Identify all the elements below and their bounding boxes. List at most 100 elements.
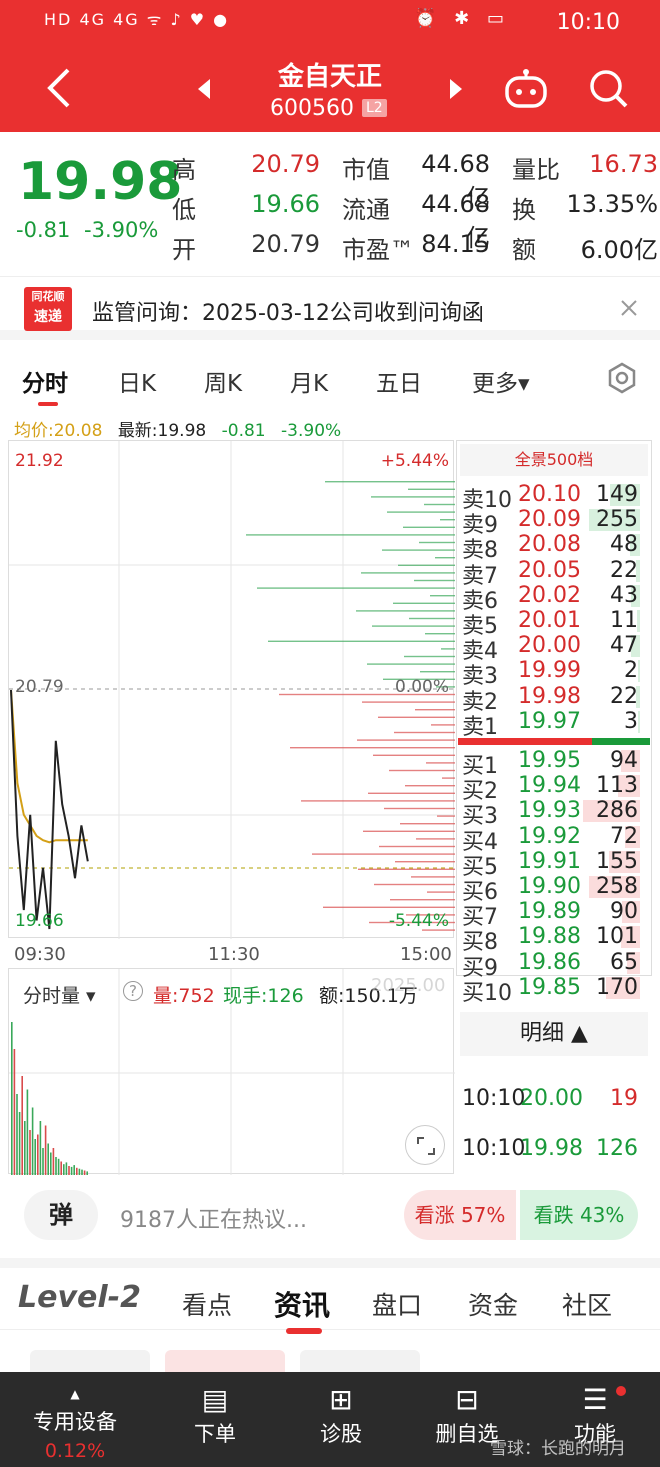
- level2-badge: L2: [362, 99, 387, 117]
- depth-bar: [414, 579, 455, 582]
- nav-diagnose[interactable]: ⊞ 诊股: [286, 1382, 396, 1448]
- bid-level-price: 19.95: [518, 748, 581, 773]
- danmu-toggle[interactable]: 弹: [24, 1190, 98, 1240]
- volume-bar: [26, 1089, 29, 1175]
- ask-level-row[interactable]: 卖3 19.99 2: [458, 658, 646, 689]
- ask-level-price: 19.99: [518, 658, 581, 684]
- depth-bar: [361, 572, 455, 574]
- status-bar: HD 4G 4G ᯤ ♪ ♥ ● ⏰ ✱ ▭ 10:10: [0, 0, 660, 44]
- ask-level-row[interactable]: 卖9 20.09 255: [458, 507, 646, 538]
- turnover-value: 13.35%: [566, 190, 658, 218]
- ask-level-row[interactable]: 卖7 20.05 22: [458, 557, 646, 589]
- volume-bar: [37, 1134, 39, 1175]
- bid-level-row[interactable]: 买7 19.89 90: [458, 899, 646, 930]
- tab-level2[interactable]: Level-2: [18, 1280, 141, 1315]
- settings-icon[interactable]: [606, 362, 638, 394]
- volume-bar: [83, 1170, 86, 1175]
- latest-price: 最新:19.98: [117, 421, 207, 441]
- bid-level-price: 19.88: [518, 924, 581, 950]
- current-hand: 现手:126: [223, 985, 304, 1007]
- float-label: 流通: [342, 196, 390, 224]
- bid-level-vol: 90: [610, 899, 638, 925]
- bid-level-row[interactable]: 买1 19.95 94: [458, 748, 646, 779]
- volume-bar: [13, 1049, 16, 1175]
- tab-monthly-k[interactable]: 月K: [290, 364, 328, 398]
- tab-more[interactable]: 更多▾: [472, 364, 530, 398]
- ask-level-row[interactable]: 卖2 19.98 22: [458, 683, 646, 715]
- pe-label: 市盈™: [342, 236, 414, 264]
- tab-news[interactable]: 资讯: [274, 1284, 330, 1324]
- current-price: 19.98: [18, 152, 183, 212]
- volume-type-select[interactable]: 分时量 ▾: [23, 981, 96, 1008]
- bid-level-row[interactable]: 买2 19.94 113: [458, 773, 646, 804]
- tab-capital[interactable]: 资金: [468, 1286, 518, 1322]
- bid-level-row[interactable]: 买10 19.85 170: [458, 974, 646, 1006]
- fullscreen-icon[interactable]: [405, 1125, 445, 1165]
- ask-level-row[interactable]: 卖4 20.00 47: [458, 633, 646, 664]
- tab-highlights[interactable]: 看点: [182, 1286, 232, 1322]
- robot-assistant-icon[interactable]: [503, 66, 549, 110]
- close-icon[interactable]: [620, 299, 638, 317]
- depth-bar: [362, 701, 455, 703]
- depth-bar: [371, 496, 455, 498]
- tab-weekly-k[interactable]: 周K: [204, 364, 242, 398]
- ask-level-vol: 2: [624, 658, 638, 684]
- volume-bar: [29, 1130, 31, 1175]
- nav-sector[interactable]: ▲ 专用设备 0.12%: [20, 1382, 130, 1462]
- volume-bar: [31, 1107, 34, 1175]
- panorama-depth-button[interactable]: 全景500档: [460, 444, 648, 476]
- ask-level-row[interactable]: 卖5 20.01 11: [458, 608, 646, 639]
- tab-five-day[interactable]: 五日: [376, 364, 422, 398]
- depth-bar: [379, 845, 455, 848]
- ask-level-vol: 48: [610, 532, 638, 558]
- ask-level-price: 19.98: [518, 683, 581, 709]
- depth-bar: [403, 526, 455, 528]
- bullish-vote[interactable]: 看涨 57%: [404, 1190, 516, 1240]
- depth-bar: [404, 655, 455, 658]
- sector-change: 0.12%: [44, 1440, 106, 1462]
- help-icon[interactable]: ?: [123, 981, 143, 1001]
- news-subtab[interactable]: [30, 1350, 150, 1372]
- next-stock-icon[interactable]: [448, 78, 464, 100]
- tab-daily-k[interactable]: 日K: [118, 364, 156, 398]
- ask-level-row[interactable]: 卖10 20.10 149: [458, 482, 646, 513]
- intraday-chart[interactable]: 21.92 20.79 19.66 +5.44% 0.00% -5.44%: [8, 440, 455, 939]
- trade-tick-row: 10:10 20.00 19: [458, 1086, 646, 1111]
- bid-level-row[interactable]: 买4 19.92 72: [458, 824, 646, 855]
- bid-level-vol: 65: [610, 949, 638, 975]
- volume-ratio-label: 量比: [512, 156, 560, 184]
- trade-detail-toggle[interactable]: 明细 ▲: [460, 1012, 648, 1056]
- regulatory-notice[interactable]: 同花顺 速递 监管问询：2025-03-12公司收到问询函: [0, 276, 660, 340]
- bid-level-row[interactable]: 买3 19.93 286: [458, 798, 646, 829]
- bid-level-vol: 258: [596, 874, 638, 899]
- notice-text: 监管问询：2025-03-12公司收到问询函: [92, 301, 484, 326]
- ask-level-row[interactable]: 卖1 19.97 3: [458, 709, 646, 740]
- bid-level-row[interactable]: 买5 19.91 155: [458, 849, 646, 880]
- stock-name: 金自天正: [277, 62, 382, 92]
- discussion-count[interactable]: 9187人正在热议...: [120, 1202, 307, 1234]
- search-icon[interactable]: [588, 68, 630, 110]
- tab-community[interactable]: 社区: [562, 1286, 612, 1322]
- ask-level-vol: 47: [610, 633, 638, 659]
- ask-level-row[interactable]: 卖8 20.08 48: [458, 532, 646, 563]
- depth-bar: [373, 754, 455, 756]
- ask-level-row[interactable]: 卖6 20.02 43: [458, 583, 646, 614]
- bid-level-row[interactable]: 买8 19.88 101: [458, 924, 646, 955]
- volume-bar: [68, 1166, 70, 1175]
- turnover-label: 换: [512, 196, 536, 224]
- watermark: 雪球：长跑的明月: [490, 1439, 626, 1459]
- bid-level-price: 19.85: [518, 974, 581, 1000]
- bid-level-row[interactable]: 买9 19.86 65: [458, 949, 646, 981]
- tab-intraday[interactable]: 分时: [22, 364, 68, 398]
- bearish-vote[interactable]: 看跌 43%: [520, 1190, 638, 1240]
- research-subtab[interactable]: [300, 1350, 420, 1372]
- bid-level-row[interactable]: 买6 19.90 258: [458, 874, 646, 905]
- volume-panel: 分时量 ▾ ? 量:752 现手:126 额:150.1万 2025.00: [8, 968, 455, 1175]
- clock: 10:10: [556, 10, 620, 35]
- announcement-subtab[interactable]: [165, 1350, 285, 1372]
- tab-order-book[interactable]: 盘口: [372, 1286, 422, 1322]
- ask-level-vol: 22: [610, 557, 638, 583]
- depth-bar: [368, 792, 455, 794]
- nav-place-order[interactable]: ▤ 下单: [160, 1382, 270, 1448]
- time-end: 15:00: [400, 944, 452, 965]
